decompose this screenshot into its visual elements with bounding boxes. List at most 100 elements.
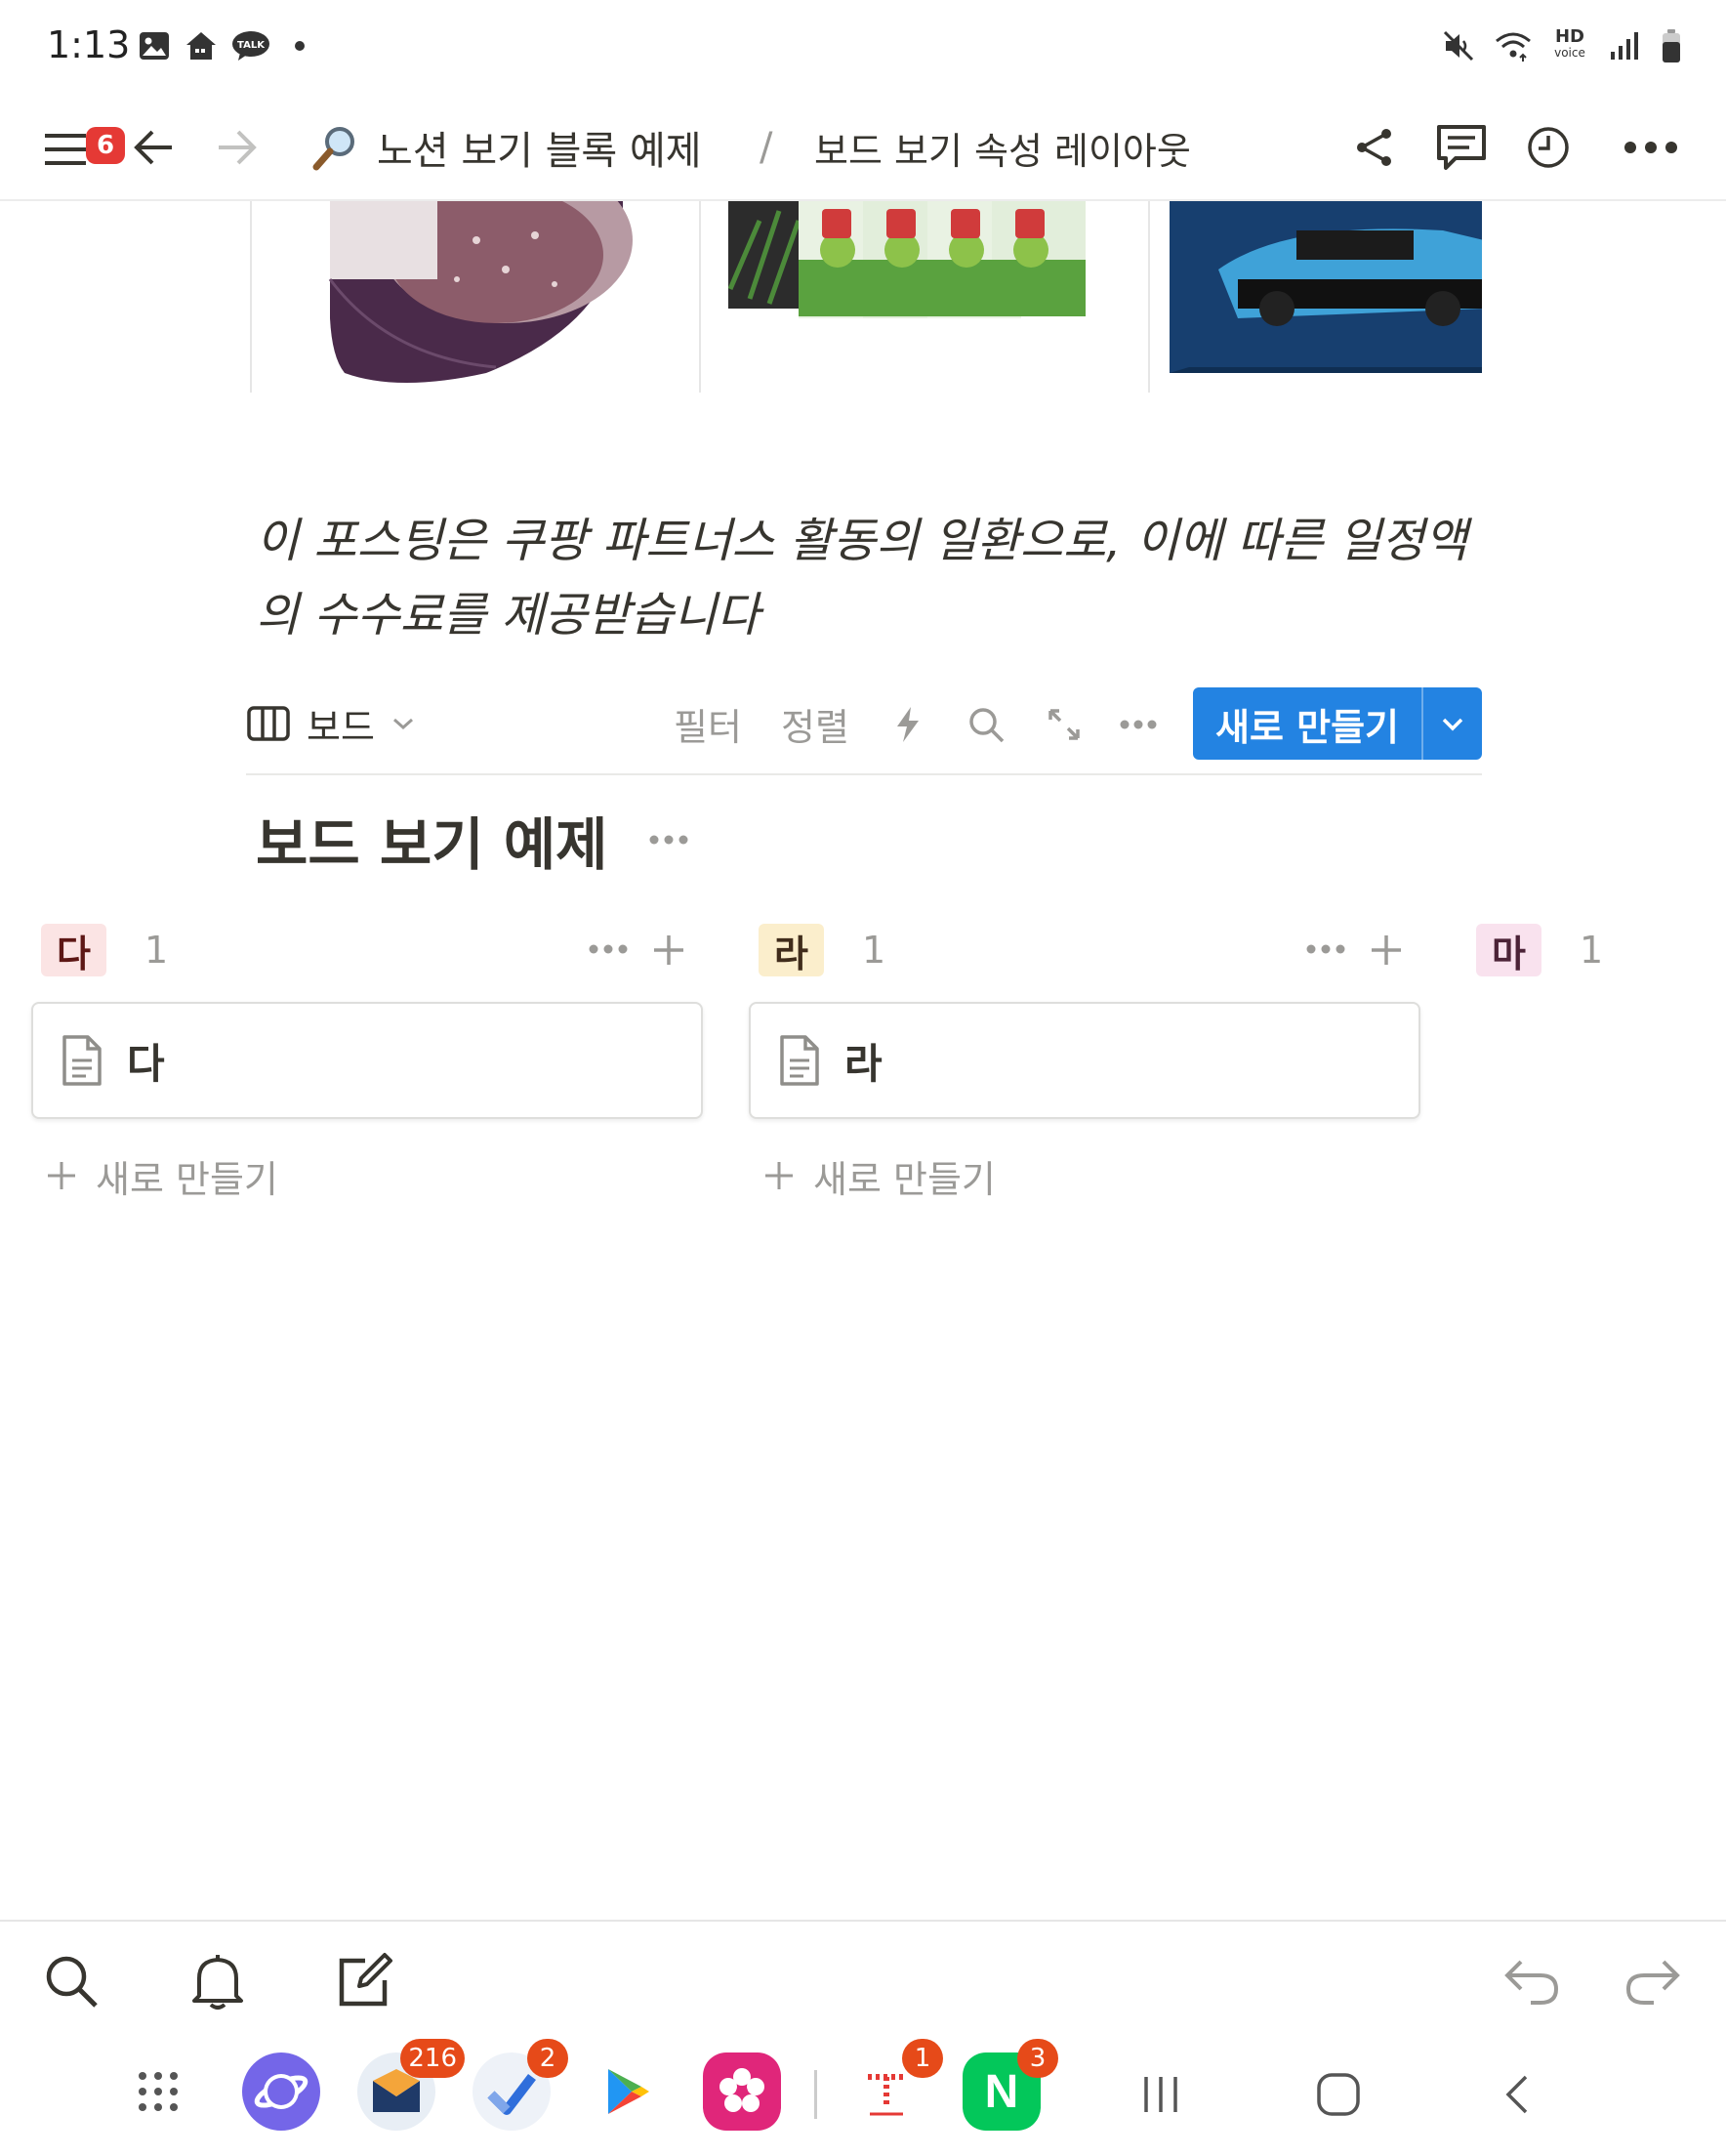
kakaotalk-label: TALK [237,40,266,51]
card-title: 다 [127,1039,165,1088]
back-arrow-icon[interactable] [125,113,184,182]
share-icon[interactable] [1345,113,1404,182]
board-view-icon [246,705,291,742]
redo-icon[interactable] [1621,1949,1685,2013]
column-header: 라 1 [749,918,1422,980]
undo-icon[interactable] [1500,1949,1564,2013]
plus-icon [45,1159,78,1192]
column-count: 1 [862,929,886,972]
tmap-badge: 1 [902,2039,943,2078]
app-drawer-icon[interactable] [119,2052,197,2131]
breadcrumb-current[interactable]: 보드 보기 속성 레이아웃 [814,113,1191,182]
notification-bell-icon[interactable] [185,1949,250,2013]
smart-home-icon [184,29,219,62]
board-column: 마 1 마 새로 만들기 [1466,918,1726,980]
forward-arrow-icon[interactable] [207,113,266,182]
top-navigation: 6 노션 보기 블록 예제 / 보드 보기 속성 레이아웃 [0,94,1726,201]
status-dot [295,41,305,51]
board-title[interactable]: 보드 보기 예제 [256,799,608,881]
wifi-icon [1494,29,1533,62]
board-title-more-icon[interactable] [644,820,693,859]
status-time: 1:13 [47,23,131,66]
column-more-icon[interactable] [584,928,633,971]
kakaotalk-icon: TALK [230,29,271,62]
card-title: 라 [844,1039,883,1088]
status-bar: 1:13 TALK HD voice [0,0,1726,94]
board-card[interactable]: 라 [749,1002,1420,1119]
board-column: 다 1 다 새로 만들기 [31,918,705,1201]
new-entry-dropdown[interactable] [1421,687,1482,760]
expand-icon[interactable] [1037,697,1091,752]
dock-separator [814,2070,817,2119]
mail-badge: 216 [400,2039,465,2078]
view-switcher[interactable]: 보드 [246,689,416,758]
mute-icon [1441,29,1476,62]
column-tag[interactable]: 다 [41,924,106,976]
column-count: 1 [1580,929,1604,972]
toolbar-more-icon[interactable] [1111,697,1166,752]
tasks-app-icon[interactable]: 2 [473,2039,568,2131]
tasks-badge: 2 [527,2039,568,2078]
rice-product-image [328,201,633,383]
column-add-icon[interactable] [1362,926,1411,974]
play-store-icon[interactable] [588,2052,666,2131]
column-add-icon[interactable] [644,926,693,974]
tmap-app-icon[interactable]: 1 [847,2039,943,2131]
signal-icon [1607,29,1642,62]
gallery-card-rice[interactable] [250,201,699,393]
column-count: 1 [144,929,169,972]
magnifier-emoji-icon [310,122,369,173]
column-header: 다 1 [31,918,705,980]
breadcrumb-parent[interactable]: 노션 보기 블록 예제 [310,113,702,182]
samsung-internet-icon[interactable] [242,2052,320,2131]
naver-badge: 3 [1017,2039,1058,2078]
gallery-strip [250,201,1482,393]
new-entry-button[interactable]: 새로 만들기 [1193,687,1482,760]
board-column: 라 1 라 새로 만들기 [749,918,1422,1201]
new-card-label: 새로 만들기 [96,1157,278,1201]
column-new-card-button[interactable]: 새로 만들기 [45,1146,278,1205]
naver-app-icon[interactable]: N 3 [963,2039,1058,2131]
recent-apps-icon[interactable] [1127,2060,1195,2129]
board-card[interactable]: 다 [31,1002,703,1119]
compose-new-page-icon[interactable] [332,1949,396,2013]
filter-button[interactable]: 필터 [674,689,742,758]
comments-icon[interactable] [1429,113,1494,182]
hd-label: HD [1554,26,1584,47]
view-name: 보드 [307,705,375,749]
voice-label: voice [1554,46,1585,60]
column-tag[interactable]: 마 [1476,924,1541,976]
column-tag[interactable]: 라 [759,924,824,976]
column-new-card-button[interactable]: 새로 만들기 [762,1146,996,1205]
breadcrumb-separator: / [760,125,773,170]
history-clock-icon[interactable] [1519,113,1578,182]
column-header: 마 1 [1466,918,1726,980]
gallery-card-seaweed[interactable] [699,201,1148,393]
blossom-app-icon[interactable] [703,2052,781,2131]
affiliate-disclaimer: 이 포스팅은 쿠팡 파트너스 활동의 일환으로, 이에 따른 일정액의 수수료를… [256,514,1468,643]
android-dock: 216 2 1 N 3 [0,2039,1726,2156]
sidebar-menu-button[interactable]: 6 [27,113,125,182]
new-card-label: 새로 만들기 [813,1157,996,1201]
mail-app-icon[interactable]: 216 [357,2039,465,2131]
chevron-down-icon [390,715,416,732]
gallery-card-lego[interactable] [1148,201,1482,393]
more-options-icon[interactable] [1617,113,1685,182]
system-back-icon[interactable] [1484,2060,1552,2129]
search-icon[interactable] [39,1949,103,2013]
plus-icon [762,1159,796,1192]
database-toolbar: 보드 필터 정렬 새로 만들기 [246,684,1482,775]
search-icon[interactable] [959,697,1013,752]
page-document-icon [55,1031,109,1090]
hd-voice-icon: HD voice [1550,26,1589,62]
home-button-icon[interactable] [1304,2060,1373,2129]
status-left-icons: TALK [137,29,305,62]
seaweed-product-image [727,201,1086,318]
page-document-icon [772,1031,827,1090]
new-entry-label[interactable]: 새로 만들기 [1193,687,1421,760]
bottom-toolbar [0,1920,1726,2027]
column-more-icon[interactable] [1301,928,1350,971]
sort-button[interactable]: 정렬 [781,689,849,758]
automation-lightning-icon[interactable] [881,697,935,752]
naver-letter: N [984,2065,1019,2118]
